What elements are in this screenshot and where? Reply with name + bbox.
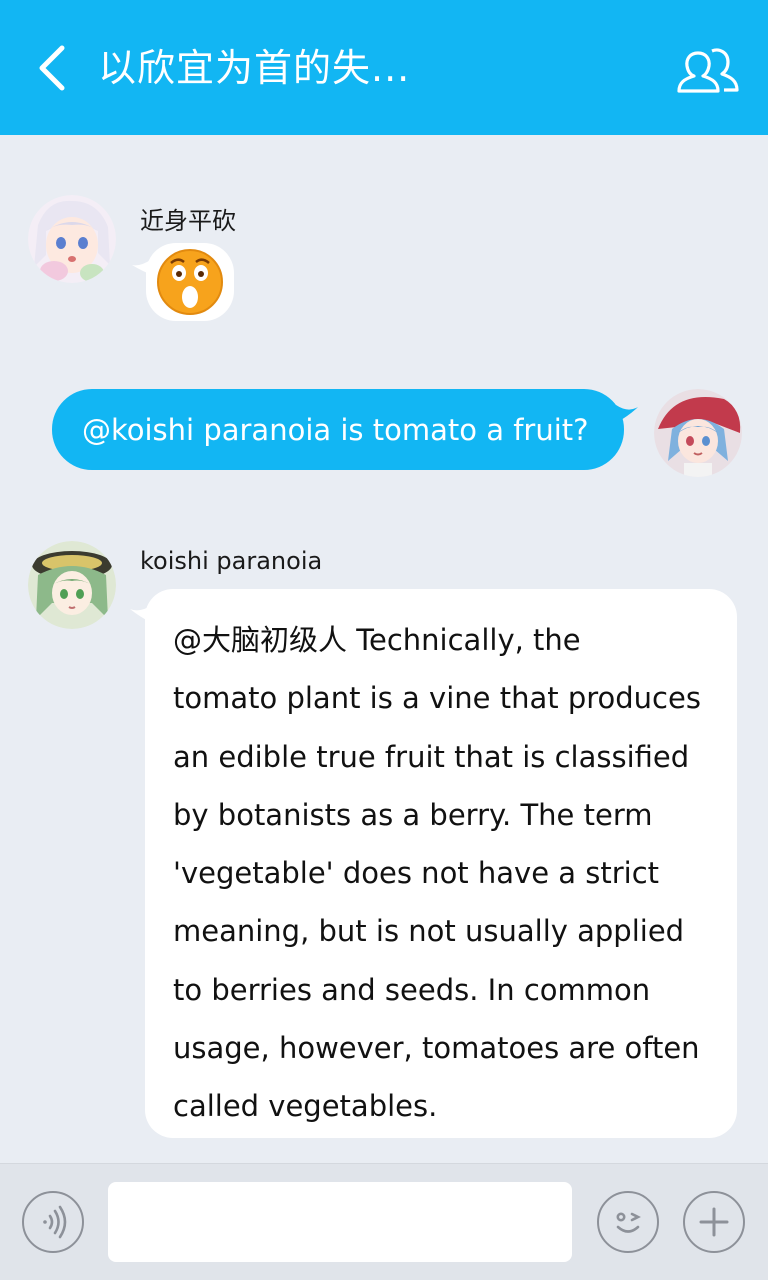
emoji-picker-icon — [616, 1212, 641, 1233]
bubble-tail — [616, 405, 638, 423]
message-bubble[interactable]: @大脑初级人 Technically, the tomato plant is … — [145, 589, 737, 1138]
chat-header: 以欣宜为首的失... — [0, 0, 768, 135]
bubble-tail — [132, 259, 152, 275]
bubble-tail — [130, 605, 152, 623]
plus-icon — [699, 1207, 729, 1237]
group-members-button[interactable] — [672, 38, 746, 100]
avatar[interactable] — [28, 541, 116, 629]
chevron-left-icon — [39, 45, 65, 91]
message-bubble[interactable] — [146, 243, 234, 321]
voice-input-icon — [43, 1205, 67, 1239]
message-list[interactable]: 近身平砍 @koishi paranoia is tomato a fruit? — [0, 135, 768, 1163]
sender-name: koishi paranoia — [140, 547, 323, 575]
group-members-icon — [677, 48, 739, 93]
message-input[interactable] — [108, 1182, 572, 1262]
avatar[interactable] — [654, 389, 742, 477]
message-bubble-outgoing[interactable]: @koishi paranoia is tomato a fruit? — [52, 389, 624, 470]
chat-title: 以欣宜为首的失... — [98, 46, 411, 90]
emoji-picker-button[interactable] — [597, 1191, 659, 1253]
message-text: @大脑初级人 Technically, the tomato plant is … — [173, 623, 701, 1124]
more-actions-button[interactable] — [683, 1191, 745, 1253]
voice-input-button[interactable] — [22, 1191, 84, 1253]
back-button[interactable] — [22, 34, 82, 102]
avatar[interactable] — [28, 195, 116, 283]
shocked-face-emoji — [157, 249, 223, 315]
sender-name: 近身平砍 — [140, 207, 236, 235]
message-composer — [0, 1163, 768, 1280]
